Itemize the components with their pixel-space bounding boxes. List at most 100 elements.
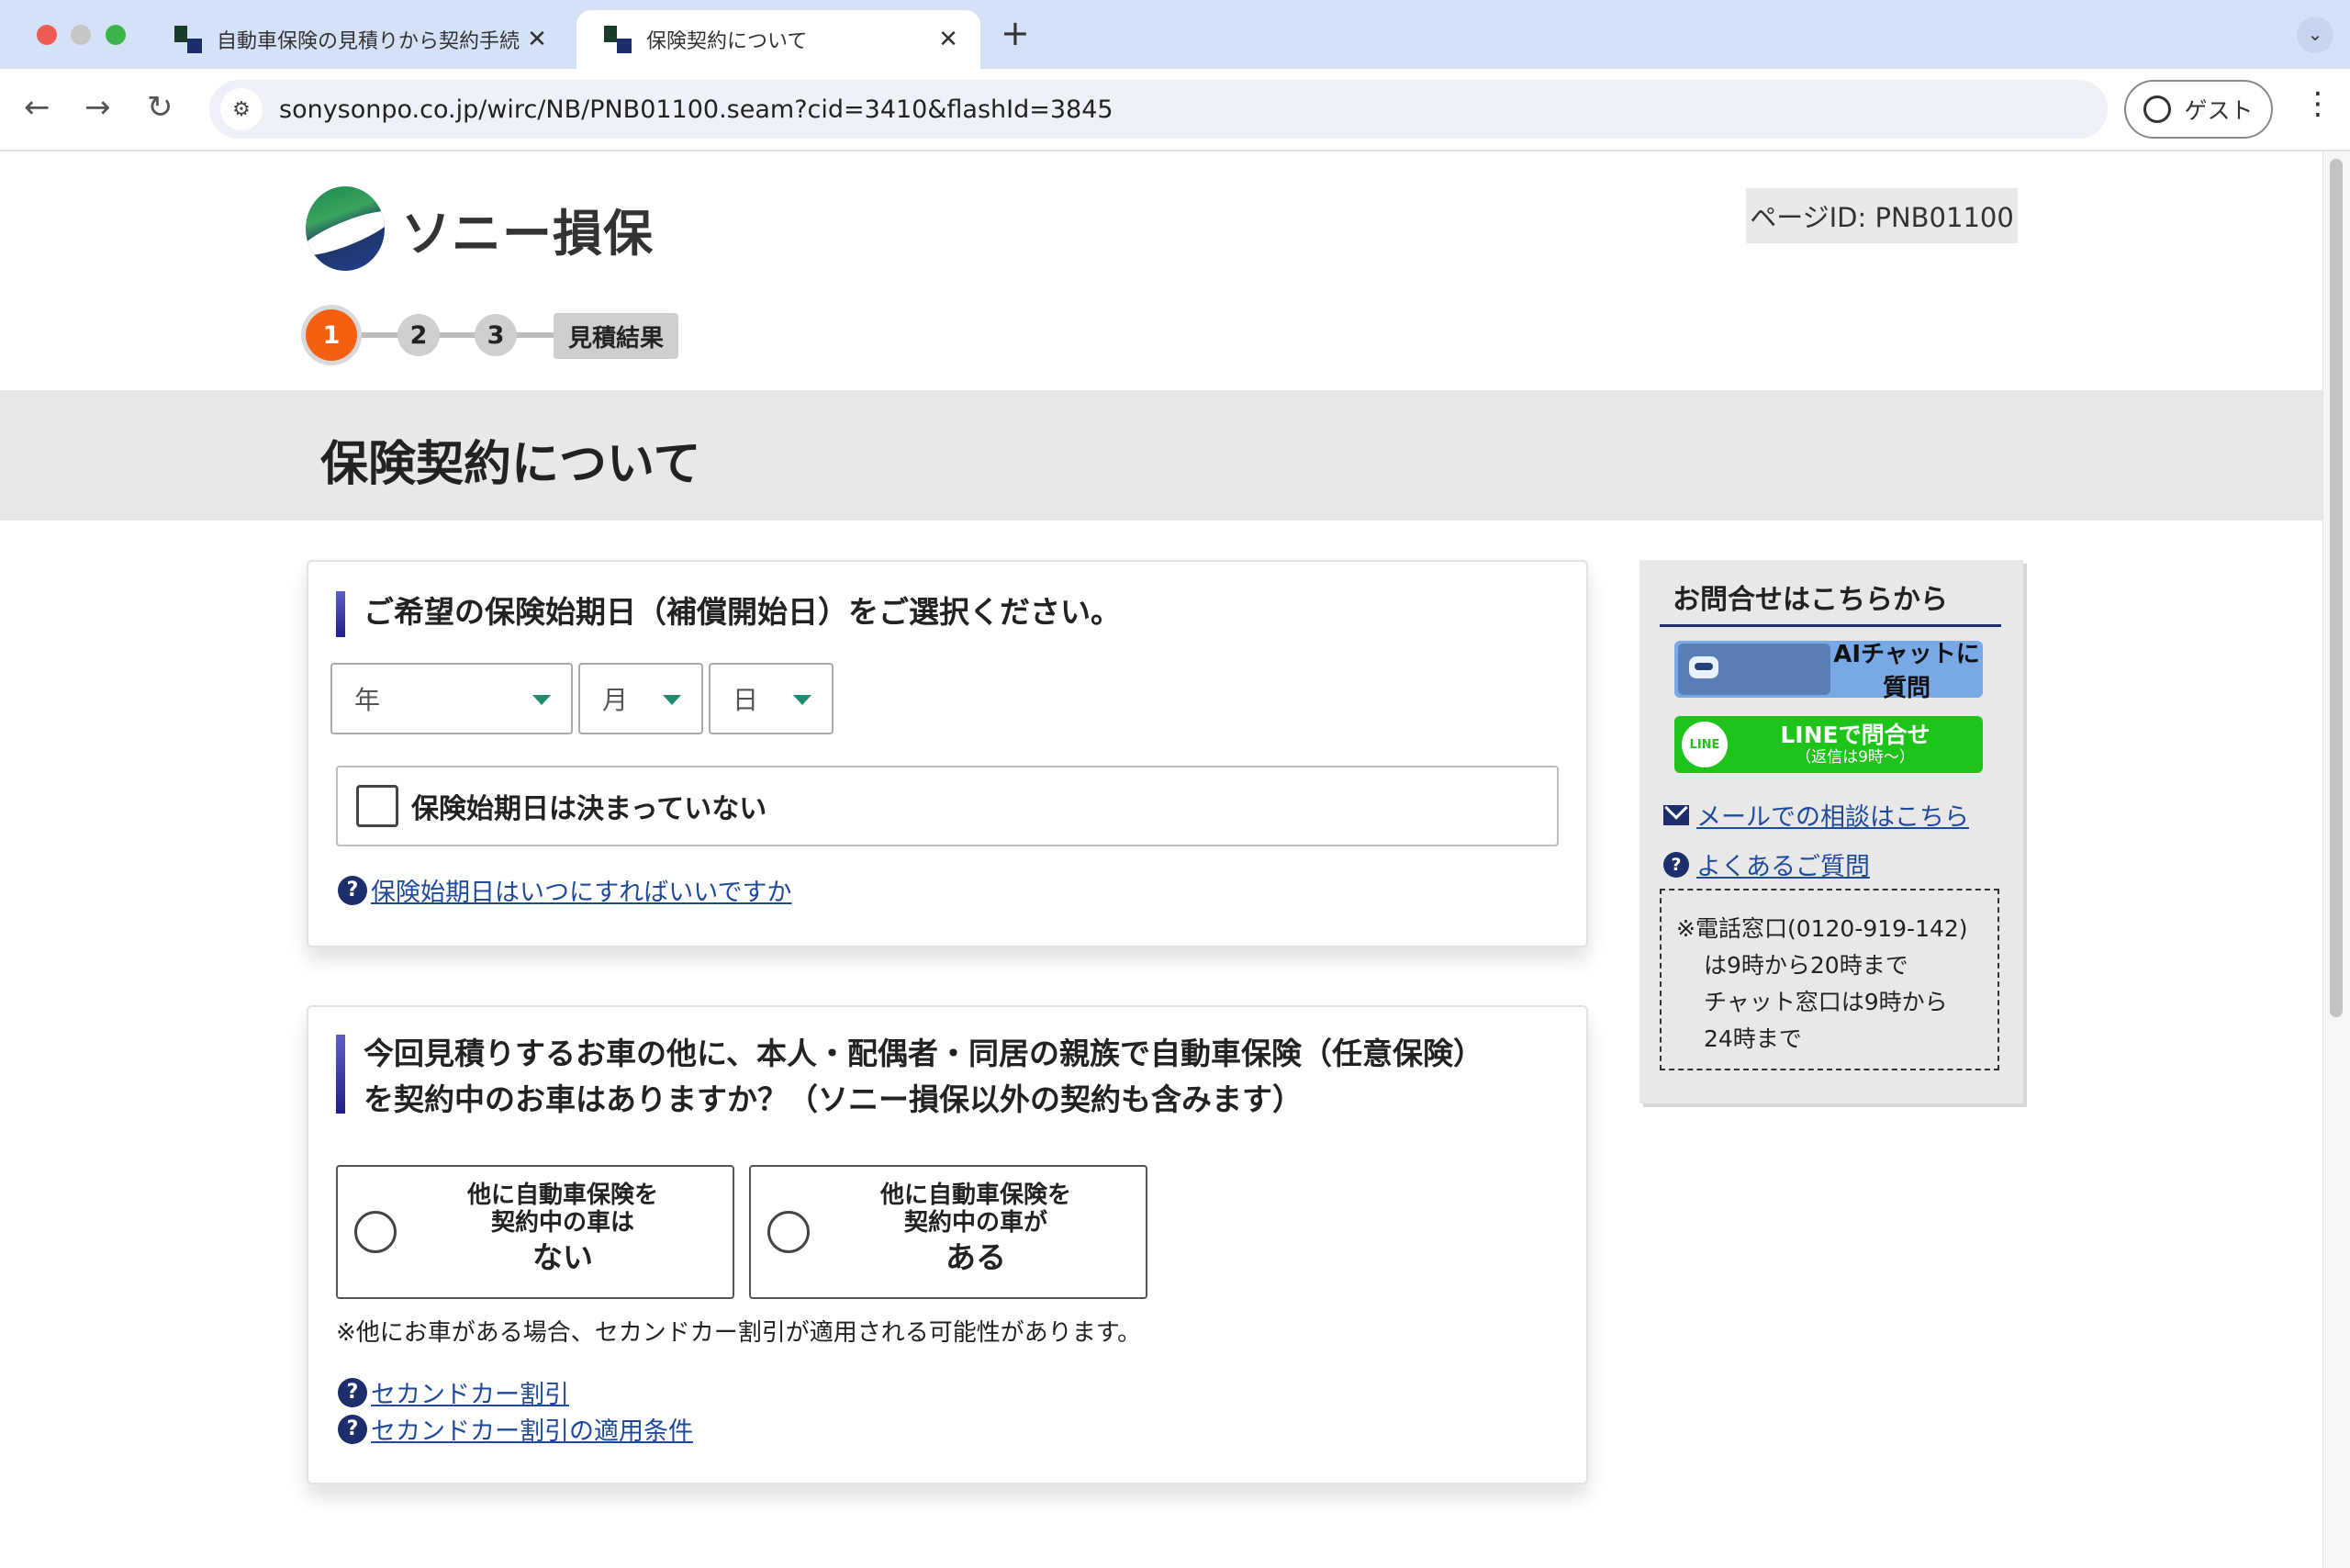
window-close-dot[interactable] [37, 25, 57, 45]
second-car-conditions-help[interactable]: ? セカンドカー割引の適用条件 [338, 1411, 693, 1447]
other-car-card: 今回見積りするお車の他に、本人・配偶者・同居の親族で自動車保険（任意保険） を契… [307, 1005, 1588, 1484]
new-tab-button[interactable]: + [1001, 13, 1030, 53]
window-zoom-dot[interactable] [106, 25, 126, 45]
faq-link[interactable]: よくあるご質問 [1696, 846, 1870, 882]
tab-close-icon[interactable]: ✕ [934, 26, 962, 53]
option-line2: 契約中の車が [903, 1209, 1047, 1237]
option-emphasis: ない [532, 1239, 593, 1275]
site-info-icon[interactable]: ⚙ [220, 88, 263, 130]
page-id-badge: ページID: PNB01100 [1746, 188, 2018, 243]
faq[interactable]: ? よくあるご質問 [1663, 846, 1870, 882]
tab-close-icon[interactable]: ✕ [523, 26, 551, 53]
other-car-heading-line2: を契約中のお車はありますか？（ソニー損保以外の契約も含みます） [364, 1081, 1303, 1117]
chevron-down-icon [793, 695, 811, 705]
year-select-value: 年 [354, 685, 381, 715]
contact-title: お問合せはこちらから [1660, 577, 2001, 627]
back-arrow-icon[interactable]: ← [24, 89, 50, 126]
mail-icon [1663, 804, 1689, 825]
option-label: 他に自動車保険を 契約中の車は ない [393, 1182, 733, 1275]
browser-menu-icon[interactable]: ⋮ [2302, 85, 2333, 122]
option-label: 他に自動車保険を 契約中の車が ある [806, 1182, 1146, 1275]
robot-icon [1678, 644, 1830, 695]
help-question-icon: ? [1663, 851, 1689, 878]
ai-chat-label: AIチャットに質問 [1833, 641, 1980, 702]
browser-tab-strip: 自動車保険の見積りから契約手続 ✕ 保険契約について ✕ + ⌄ [0, 0, 2350, 69]
day-select[interactable]: 日 [709, 663, 834, 734]
help-question-icon: ? [338, 1414, 367, 1444]
phone-hours-note: ※電話窓口(0120-919-142) は9時から20時まで チャット窓口は9時… [1660, 889, 1999, 1070]
profile-button[interactable]: ゲスト [2124, 80, 2273, 139]
line-icon: LINE [1682, 722, 1728, 767]
start-date-card: ご希望の保険始期日（補償開始日）をご選択ください。 年 月 日 保険始期日は決ま… [307, 560, 1588, 947]
site-favicon-icon [604, 26, 632, 53]
profile-label: ゲスト [2184, 97, 2254, 124]
checkbox-label: 保険始期日は決まっていない [411, 793, 767, 825]
line-inquiry-button[interactable]: LINE LINEで問合せ （返信は9時～） [1674, 716, 1983, 773]
month-select-value: 月 [602, 685, 629, 715]
tab-title: 自動車保険の見積りから契約手続 [217, 30, 520, 53]
phone-note-line: 24時まで [1704, 1025, 1802, 1052]
reload-icon[interactable]: ↻ [147, 89, 173, 126]
day-select-value: 日 [733, 685, 759, 715]
page-scrollbar[interactable] [2322, 151, 2350, 1568]
help-question-icon: ? [338, 1377, 367, 1407]
site-favicon-icon [174, 26, 202, 53]
other-car-none-option[interactable]: 他に自動車保険を 契約中の車は ない [336, 1165, 734, 1299]
help-question-icon: ? [338, 875, 367, 905]
step-2: 2 [397, 314, 440, 356]
step-3: 3 [475, 314, 517, 356]
step-connector [352, 332, 563, 338]
other-car-exists-option[interactable]: 他に自動車保険を 契約中の車が ある [749, 1165, 1147, 1299]
start-date-help[interactable]: ? 保険始期日はいつにすればいいですか [338, 872, 791, 908]
line-label: LINEで問合せ [1780, 722, 1930, 748]
line-label-block: LINEで問合せ （返信は9時～） [1728, 722, 1983, 767]
browser-toolbar: ← → ↻ ⚙ sonysonpo.co.jp/wirc/NB/PNB01100… [0, 69, 2350, 151]
window-minimize-dot[interactable] [71, 25, 91, 45]
mail-consult[interactable]: メールでの相談はこちら [1663, 797, 1969, 833]
other-car-heading: 今回見積りするお車の他に、本人・配偶者・同居の親族で自動車保険（任意保険） を契… [336, 1031, 1483, 1123]
url-text[interactable]: sonysonpo.co.jp/wirc/NB/PNB01100.seam?ci… [279, 95, 1113, 124]
tab-search-chevron-icon[interactable]: ⌄ [2297, 17, 2333, 53]
contact-sidebar: お問合せはこちらから AIチャットに質問 LINE LINEで問合せ （返信は9… [1639, 560, 2023, 1103]
second-car-conditions-link[interactable]: セカンドカー割引の適用条件 [371, 1411, 693, 1447]
phone-note-line: ※電話窓口(0120-919-142) [1676, 915, 1968, 942]
year-select[interactable]: 年 [330, 663, 573, 734]
line-sublabel: （返信は9時～） [1796, 748, 1915, 767]
profile-avatar-icon [2143, 95, 2172, 123]
second-car-discount-link[interactable]: セカンドカー割引 [371, 1374, 569, 1410]
page-title: 保険契約について [320, 437, 701, 492]
phone-note-line: は9時から20時まで [1704, 952, 1908, 979]
start-date-undecided-option[interactable]: 保険始期日は決まっていない [336, 766, 1559, 846]
checkbox[interactable] [356, 785, 398, 827]
browser-tab-estimate[interactable]: 自動車保険の見積りから契約手続 ✕ [147, 10, 569, 69]
browser-tab-insurance-contract[interactable]: 保険契約について ✕ [576, 10, 980, 69]
radio-button[interactable] [767, 1211, 810, 1253]
option-line1: 他に自動車保険を [879, 1182, 1071, 1209]
second-car-discount-help[interactable]: ? セカンドカー割引 [338, 1374, 569, 1410]
step-1-current: 1 [306, 309, 357, 361]
page-title-band: 保険契約について [0, 390, 2322, 521]
address-bar[interactable]: ⚙ sonysonpo.co.jp/wirc/NB/PNB01100.seam?… [209, 80, 2108, 139]
option-line1: 他に自動車保険を [466, 1182, 658, 1209]
page-content: ソニー損保 ページID: PNB01100 1 2 3 見積結果 保険契約につい… [0, 151, 2322, 1568]
chevron-down-icon [532, 695, 551, 705]
tab-title: 保険契約について [646, 30, 808, 53]
option-emphasis: ある [946, 1239, 1006, 1275]
chevron-down-icon [663, 695, 681, 705]
phone-note-line: チャット窓口は9時から [1704, 989, 1948, 1015]
option-line2: 契約中の車は [490, 1209, 634, 1237]
start-date-help-link[interactable]: 保険始期日はいつにすればいいですか [371, 872, 791, 908]
brand-logo[interactable]: ソニー損保 [306, 186, 654, 271]
forward-arrow-icon[interactable]: → [84, 89, 111, 126]
second-car-note: ※他にお車がある場合、セカンドカー割引が適用される可能性があります。 [336, 1319, 1142, 1347]
step-result: 見積結果 [554, 313, 678, 359]
brand-name: ソニー損保 [401, 204, 654, 263]
ai-chat-button[interactable]: AIチャットに質問 [1674, 641, 1983, 702]
radio-button[interactable] [354, 1211, 397, 1253]
other-car-heading-line1: 今回見積りするお車の他に、本人・配偶者・同居の親族で自動車保険（任意保険） [364, 1036, 1484, 1071]
mail-consult-link[interactable]: メールでの相談はこちら [1696, 797, 1969, 833]
month-select[interactable]: 月 [578, 663, 703, 734]
sony-sonpo-logo-icon [306, 186, 385, 271]
start-date-heading: ご希望の保険始期日（補償開始日）をご選択ください。 [364, 594, 1121, 630]
scrollbar-thumb[interactable] [2330, 159, 2343, 1017]
